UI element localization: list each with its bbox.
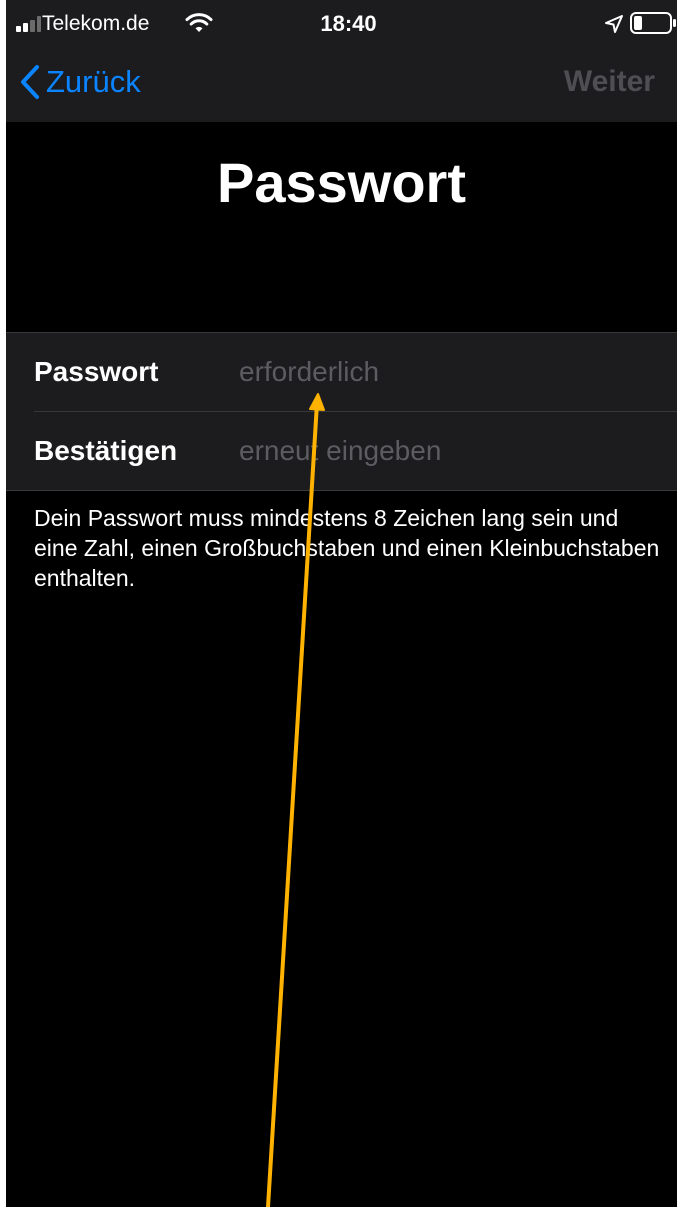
battery-icon [630, 12, 676, 34]
back-button[interactable]: Zurück [20, 60, 141, 104]
confirm-password-input[interactable] [239, 431, 659, 471]
location-icon [605, 15, 623, 33]
password-input[interactable] [239, 352, 659, 392]
confirm-label: Bestätigen [34, 435, 178, 466]
password-hint: Dein Passwort muss mindestens 8 Zeichen … [34, 505, 660, 591]
password-row: Passwort [6, 333, 677, 411]
chevron-left-icon [21, 65, 39, 99]
page-title: Passwort [217, 151, 466, 214]
back-button-label: Zurück [46, 64, 141, 99]
screen: Telekom.de 18:40 Zurück Weiter Passwort … [6, 0, 677, 1207]
password-label: Passwort [34, 356, 159, 387]
status-bar: Telekom.de 18:40 [6, 0, 677, 46]
confirm-row: Bestätigen [6, 412, 677, 490]
navigation-bar: Telekom.de 18:40 Zurück Weiter [6, 0, 677, 122]
password-form: Passwort Bestätigen [6, 332, 677, 491]
next-button[interactable]: Weiter [564, 60, 655, 104]
status-time: 18:40 [320, 11, 377, 36]
